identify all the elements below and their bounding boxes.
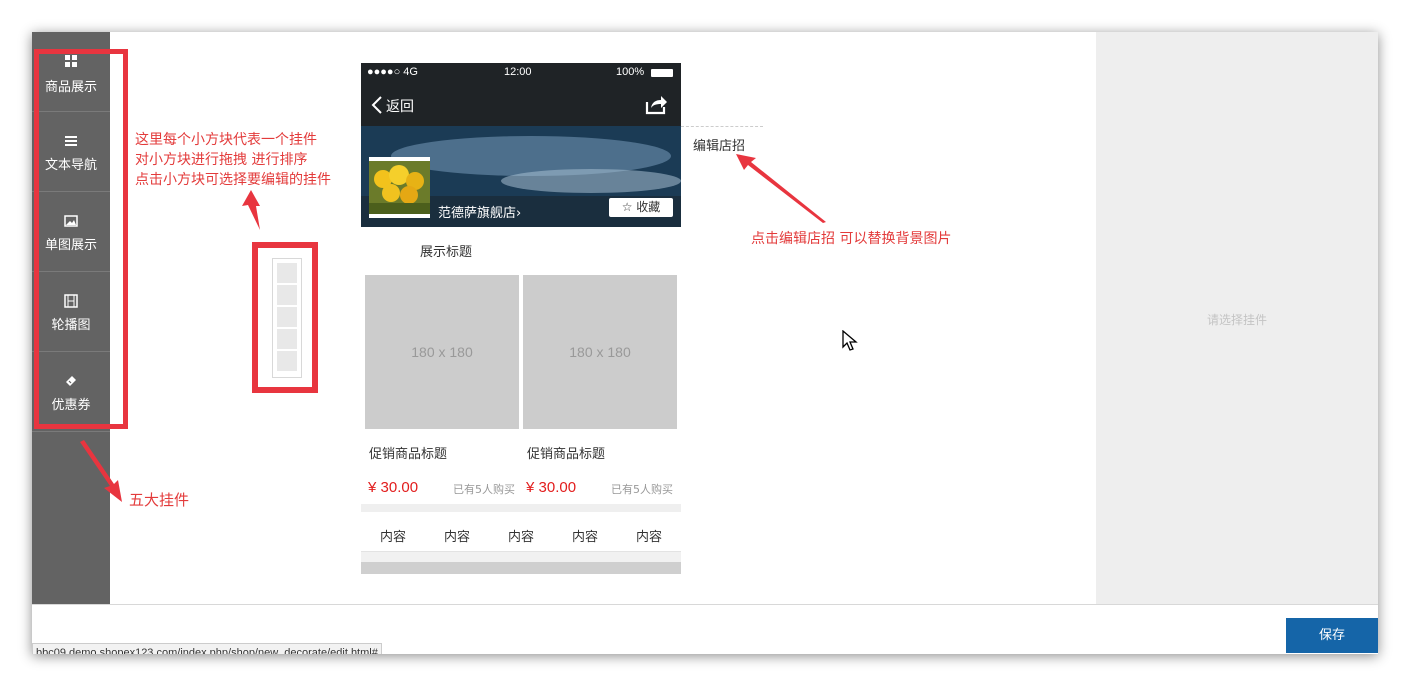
- product-sold-count: 已有5人购买: [453, 483, 515, 496]
- browser-status-url: bbc09.demo.shopex123.com/index.php/shop/…: [32, 643, 382, 654]
- tulip-image-icon: [369, 161, 430, 214]
- spacer: [361, 552, 681, 562]
- sidebar-highlight-box: [34, 49, 128, 429]
- phone-preview: ●●●●○ 4G 12:00 100% 返回 范德萨旗舰店› ☆ 收藏 展示标题…: [361, 63, 681, 574]
- shop-logo: [369, 157, 430, 218]
- edit-sign-annotation: 点击编辑店招 可以替换背景图片: [751, 231, 952, 247]
- signal-text: ●●●●○ 4G: [367, 66, 418, 78]
- widget-block[interactable]: [277, 329, 297, 349]
- phone-nav-bar: 返回: [361, 83, 681, 126]
- decorate-editor-window: 商品展示 文本导航 单图展示 轮播图 优惠券 这里每个小方块代表一个挂件 对小方…: [32, 32, 1378, 654]
- widget-settings-panel: 请选择挂件: [1096, 32, 1378, 604]
- save-button[interactable]: 保存: [1286, 618, 1378, 653]
- five-widgets-annotation: 五大挂件: [129, 491, 190, 509]
- product-sold-count: 已有5人购买: [611, 483, 673, 496]
- product-price: ¥ 30.00: [368, 479, 419, 496]
- panel-placeholder: 请选择挂件: [1206, 313, 1267, 327]
- nav-item[interactable]: 内容: [361, 526, 425, 545]
- nav-item[interactable]: 内容: [489, 526, 553, 545]
- battery-icon: [651, 69, 673, 77]
- annotation-line: 这里每个小方块代表一个挂件: [135, 132, 317, 148]
- widget-block[interactable]: [277, 263, 297, 283]
- nav-item[interactable]: 内容: [617, 526, 681, 545]
- product-title[interactable]: 促销商品标题: [527, 443, 605, 462]
- product-title[interactable]: 促销商品标题: [369, 443, 447, 462]
- text-nav-row: 内容 内容 内容 内容 内容: [361, 504, 681, 552]
- widgets-annotation: 这里每个小方块代表一个挂件 对小方块进行拖拽 进行排序 点击小方块可选择要编辑的…: [135, 130, 331, 190]
- widget-block[interactable]: [277, 285, 297, 305]
- widget-block-list: [272, 258, 302, 378]
- favorite-button[interactable]: ☆ 收藏: [609, 198, 673, 217]
- section-title: 展示标题: [420, 245, 473, 260]
- product-image-placeholder[interactable]: 180 x 180: [365, 275, 519, 429]
- share-icon[interactable]: [644, 93, 668, 115]
- product-price: ¥ 30.00: [526, 479, 577, 496]
- product-image-placeholder[interactable]: 180 x 180: [523, 275, 677, 429]
- edit-sign-connector: [681, 126, 763, 127]
- widget-block[interactable]: [277, 351, 297, 371]
- shop-sign-banner[interactable]: 范德萨旗舰店› ☆ 收藏: [361, 126, 681, 227]
- arrow-up-icon: [242, 190, 260, 230]
- arrow-up-left-icon: [736, 154, 826, 223]
- chevron-left-icon[interactable]: [371, 95, 383, 115]
- mouse-cursor-icon: [842, 330, 858, 351]
- arrow-down-right-icon: [80, 440, 122, 502]
- annotation-line: 对小方块进行拖拽 进行排序: [135, 152, 308, 168]
- phone-status-bar: ●●●●○ 4G 12:00 100%: [361, 63, 681, 83]
- annotation-line: 点击小方块可选择要编辑的挂件: [135, 172, 331, 188]
- nav-item[interactable]: 内容: [553, 526, 617, 545]
- nav-item[interactable]: 内容: [425, 526, 489, 545]
- widget-block[interactable]: [277, 307, 297, 327]
- back-button[interactable]: 返回: [386, 96, 414, 116]
- battery-text: 100%: [616, 66, 645, 78]
- carousel-placeholder[interactable]: [361, 562, 681, 574]
- time-text: 12:00: [504, 66, 532, 78]
- shop-name[interactable]: 范德萨旗舰店›: [438, 202, 521, 221]
